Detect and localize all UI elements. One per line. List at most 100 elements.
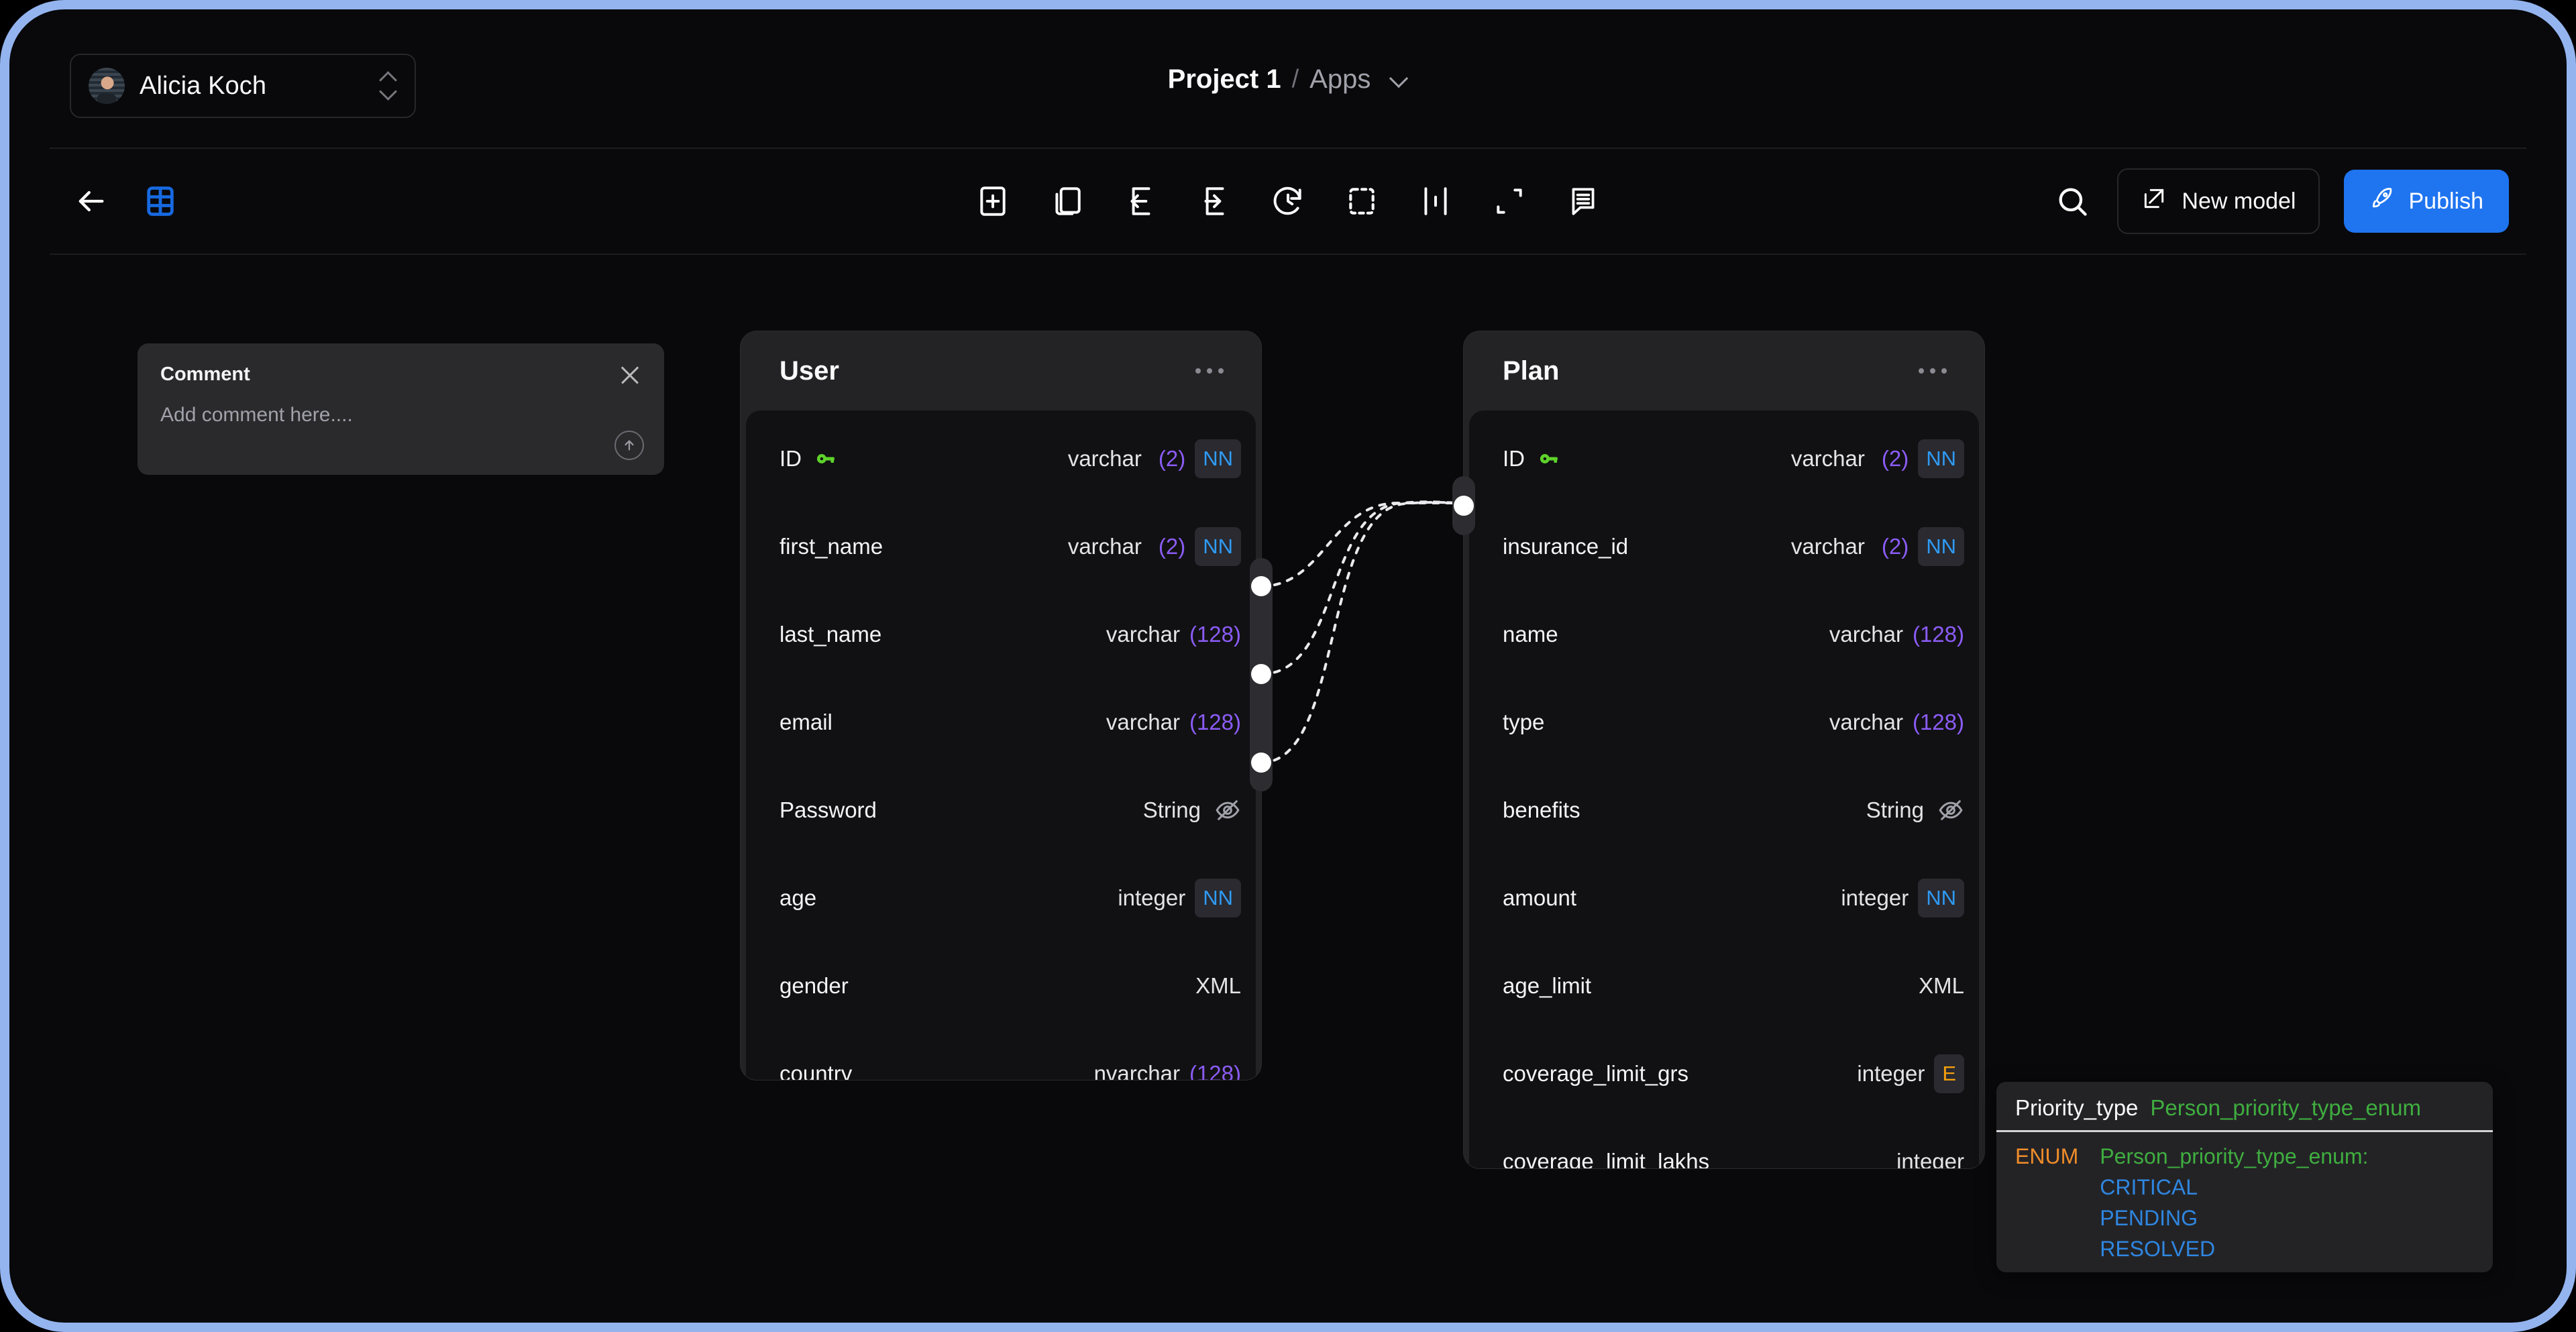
column-type: varchar (1829, 621, 1903, 647)
clock-rotate-icon[interactable] (1267, 180, 1309, 222)
column-name: country (780, 1060, 853, 1080)
publish-label: Publish (2408, 188, 2483, 214)
column-type: varchar (1829, 709, 1903, 734)
columns-icon[interactable] (1415, 180, 1456, 222)
column-name: insurance_id (1503, 533, 1629, 559)
table-title: Plan (1503, 355, 1560, 386)
column-name: coverage_limit_lakhs (1503, 1148, 1710, 1169)
breadcrumb-project[interactable]: Project 1 (1168, 64, 1281, 95)
status-badge: NN (1918, 526, 1964, 566)
table-title: User (780, 355, 839, 386)
relation-handle-first-name[interactable] (1251, 576, 1271, 596)
table-body-user: ID varchar (2) NN first_name varchar (2)… (746, 410, 1256, 1080)
column-length: (2) (1881, 533, 1909, 559)
table-card-plan[interactable]: Plan ID varchar (2) NN insurance_id varc… (1464, 331, 1984, 1168)
search-icon[interactable] (2051, 180, 2093, 222)
table-row[interactable]: country nvarchar (128) (746, 1030, 1256, 1080)
add-box-icon[interactable] (972, 180, 1014, 222)
table-row[interactable]: ID varchar (2) NN (1469, 414, 1979, 502)
table-row[interactable]: last_name varchar (128) (746, 590, 1256, 678)
breadcrumb-section[interactable]: Apps (1309, 64, 1371, 95)
column-length: (128) (1912, 621, 1964, 647)
table-row[interactable]: coverage_limit_grs integer E (1469, 1030, 1979, 1117)
table-row[interactable]: ID varchar (2) NN (746, 414, 1256, 502)
column-type: varchar (1790, 445, 1865, 471)
relation-handle-last-name[interactable] (1251, 664, 1271, 684)
note-lines-icon[interactable] (1562, 180, 1604, 222)
close-icon[interactable] (619, 364, 641, 386)
status-badge: NN (1195, 878, 1241, 918)
table-row[interactable]: Password String (746, 766, 1256, 854)
comment-input[interactable]: Add comment here.... (160, 404, 641, 427)
status-badge: NN (1918, 439, 1964, 478)
column-name: benefits (1503, 797, 1580, 822)
table-row[interactable]: benefits String (1469, 766, 1979, 854)
status-badge: NN (1195, 526, 1241, 566)
arrow-up-circle-icon[interactable] (614, 431, 644, 460)
table-row[interactable]: email varchar (128) (746, 678, 1256, 766)
more-horizontal-icon[interactable] (1195, 368, 1224, 374)
column-name: ID (1503, 445, 1525, 471)
arrow-into-left-icon[interactable] (1120, 180, 1161, 222)
table-row[interactable]: type varchar (128) (1469, 678, 1979, 766)
column-length: (2) (1881, 445, 1909, 471)
table-row[interactable]: insurance_id varchar (2) NN (1469, 502, 1979, 590)
column-length: (2) (1158, 445, 1186, 471)
copy-icon[interactable] (1046, 180, 1087, 222)
column-name: ID (780, 445, 802, 471)
column-length: (128) (1189, 1060, 1241, 1080)
chevron-down-icon[interactable] (1391, 70, 1408, 88)
arrow-out-right-icon[interactable] (1193, 180, 1235, 222)
enum-tooltip-header: Priority_type Person_priority_type_enum (1996, 1082, 2493, 1132)
expand-corners-icon[interactable] (1489, 180, 1530, 222)
relation-handle-plan-id[interactable] (1454, 496, 1474, 516)
table-row[interactable]: name varchar (128) (1469, 590, 1979, 678)
column-length: (128) (1189, 621, 1241, 647)
enum-value: CRITICAL (2100, 1175, 2198, 1199)
comment-card[interactable]: Comment Add comment here.... (138, 343, 664, 475)
column-type: String (1142, 797, 1201, 822)
table-row[interactable]: age_limit XML (1469, 942, 1979, 1030)
column-name: age (780, 885, 817, 910)
primary-key-icon (1537, 446, 1562, 471)
primary-key-icon (814, 446, 839, 471)
column-name: amount (1503, 885, 1577, 910)
rocket-icon (2369, 186, 2395, 217)
column-name: email (780, 709, 833, 734)
table-header-plan: Plan (1464, 331, 1984, 410)
table-row[interactable]: gender XML (746, 942, 1256, 1030)
table-card-user[interactable]: User ID varchar (2) NN first_name varcha… (741, 331, 1261, 1080)
enum-label: ENUM (2015, 1144, 2079, 1168)
table-body-plan: ID varchar (2) NN insurance_id varchar (… (1469, 410, 1979, 1168)
chevron-up-down-icon (378, 71, 397, 101)
column-length: (128) (1189, 709, 1241, 734)
column-type: nvarchar (1093, 1060, 1180, 1080)
publish-button[interactable]: Publish (2344, 170, 2509, 233)
table-row[interactable]: amount integer NN (1469, 854, 1979, 942)
table-row[interactable]: age integer NN (746, 854, 1256, 942)
user-switcher[interactable]: Alicia Koch (70, 54, 416, 118)
table-row[interactable]: first_name varchar (2) NN (746, 502, 1256, 590)
arrow-left-icon[interactable] (70, 180, 111, 222)
top-bar: Alicia Koch Project 1 / Apps (9, 9, 2567, 149)
relation-handle-email[interactable] (1251, 753, 1271, 773)
diagram-canvas[interactable]: Comment Add comment here.... User ID var… (9, 255, 2567, 1323)
column-name: Password (780, 797, 877, 822)
comment-title: Comment (160, 364, 250, 385)
enum-header: Person_priority_type_enum: (2100, 1144, 2369, 1168)
column-length: (2) (1158, 533, 1186, 559)
breadcrumb-separator: / (1291, 64, 1299, 93)
enum-column-name: Priority_type (2015, 1095, 2139, 1120)
column-name: age_limit (1503, 973, 1592, 998)
dashed-box-icon[interactable] (1341, 180, 1383, 222)
enum-tooltip-body: ENUM Person_priority_type_enum: CRITICAL… (1996, 1132, 2493, 1272)
table-grid-icon[interactable] (140, 180, 181, 222)
eye-off-icon (1937, 797, 1964, 824)
new-model-button[interactable]: New model (2117, 168, 2320, 234)
column-name: name (1503, 621, 1558, 647)
column-type: varchar (1790, 533, 1865, 559)
more-horizontal-icon[interactable] (1919, 368, 1947, 374)
column-type: XML (1919, 973, 1964, 998)
column-type: XML (1195, 973, 1241, 998)
table-row[interactable]: coverage_limit_lakhs integer (1469, 1117, 1979, 1169)
